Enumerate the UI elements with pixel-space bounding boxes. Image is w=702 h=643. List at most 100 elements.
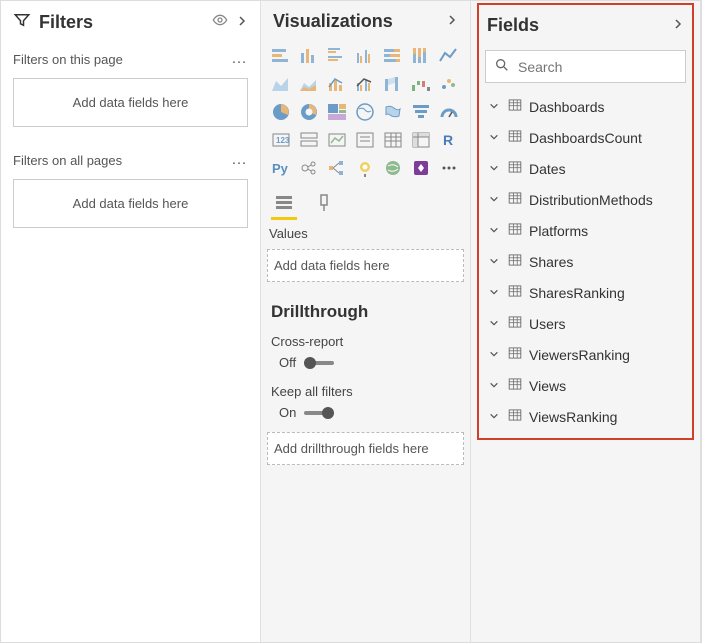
table-icon <box>507 407 523 426</box>
svg-text:R: R <box>443 132 453 148</box>
chevron-down-icon[interactable] <box>489 286 501 300</box>
table-row[interactable]: ViewsRanking <box>479 401 692 432</box>
table-row[interactable]: Shares <box>479 246 692 277</box>
chevron-down-icon[interactable] <box>489 193 501 207</box>
visualizations-pane: Visualizations <box>261 1 471 642</box>
viz-map[interactable] <box>353 100 377 124</box>
viz-stacked-column[interactable] <box>297 44 321 68</box>
table-row[interactable]: Platforms <box>479 215 692 246</box>
viz-qna[interactable] <box>353 156 377 180</box>
toggle-switch[interactable] <box>304 406 334 420</box>
viz-treemap[interactable] <box>325 100 349 124</box>
viz-line[interactable] <box>437 44 461 68</box>
viz-scatter[interactable] <box>437 72 461 96</box>
keep-filters-toggle[interactable]: On <box>267 401 464 428</box>
drillthrough-title: Drillthrough <box>267 292 464 328</box>
viz-arcgis[interactable] <box>381 156 405 180</box>
table-row[interactable]: DistributionMethods <box>479 184 692 215</box>
table-row[interactable]: ViewersRanking <box>479 339 692 370</box>
more-icon[interactable]: … <box>231 50 248 68</box>
viz-clustered-bar[interactable] <box>325 44 349 68</box>
viz-100-stacked-bar[interactable] <box>381 44 405 68</box>
viz-kpi[interactable] <box>325 128 349 152</box>
table-row[interactable]: SharesRanking <box>479 277 692 308</box>
chevron-right-icon[interactable] <box>672 17 684 35</box>
viz-key-influencers[interactable] <box>297 156 321 180</box>
chevron-down-icon[interactable] <box>489 255 501 269</box>
viz-line-stacked-column[interactable] <box>325 72 349 96</box>
fields-header: Fields <box>479 5 692 44</box>
table-icon <box>507 376 523 395</box>
chevron-down-icon[interactable] <box>489 100 501 114</box>
chevron-down-icon[interactable] <box>489 224 501 238</box>
chevron-down-icon[interactable] <box>489 162 501 176</box>
filters-page-label: Filters on this page <box>13 52 123 67</box>
table-row[interactable]: Dates <box>479 153 692 184</box>
filters-header: Filters <box>1 1 260 42</box>
viz-multi-card[interactable] <box>297 128 321 152</box>
viz-100-stacked-column[interactable] <box>409 44 433 68</box>
visualizations-title: Visualizations <box>273 11 393 32</box>
viz-funnel[interactable] <box>409 100 433 124</box>
search-input[interactable] <box>518 59 699 75</box>
fields-highlight-box: Fields Dashboards DashboardsCount Dates Dis… <box>477 3 694 440</box>
viz-pie[interactable] <box>269 100 293 124</box>
table-row[interactable]: Dashboards <box>479 91 692 122</box>
viz-slicer[interactable] <box>353 128 377 152</box>
filters-all-dropzone[interactable]: Add data fields here <box>13 179 248 228</box>
table-name: DistributionMethods <box>529 192 653 208</box>
filters-page-dropzone[interactable]: Add data fields here <box>13 78 248 127</box>
chevron-down-icon[interactable] <box>489 379 501 393</box>
viz-waterfall[interactable] <box>409 72 433 96</box>
viz-stacked-area[interactable] <box>297 72 321 96</box>
viz-matrix[interactable] <box>409 128 433 152</box>
viz-more-icon[interactable] <box>437 156 461 180</box>
drillthrough-dropzone[interactable]: Add drillthrough fields here <box>267 432 464 465</box>
viz-powerapps[interactable] <box>409 156 433 180</box>
table-name: Shares <box>529 254 573 270</box>
viz-gauge[interactable] <box>437 100 461 124</box>
search-icon <box>494 57 510 76</box>
table-name: ViewersRanking <box>529 347 630 363</box>
table-icon <box>507 283 523 302</box>
format-tab[interactable] <box>313 192 335 214</box>
viz-line-clustered-column[interactable] <box>353 72 377 96</box>
fields-tab[interactable] <box>273 192 295 214</box>
viz-filled-map[interactable] <box>381 100 405 124</box>
fields-pane: Fields Dashboards DashboardsCount Dates Dis… <box>471 1 701 642</box>
filter-icon <box>13 11 31 34</box>
table-icon <box>507 314 523 333</box>
viz-stacked-bar[interactable] <box>269 44 293 68</box>
table-icon <box>507 128 523 147</box>
search-box[interactable] <box>485 50 686 83</box>
chevron-right-icon[interactable] <box>446 13 458 31</box>
keep-filters-state: On <box>279 405 296 420</box>
table-name: Users <box>529 316 566 332</box>
chevron-right-icon[interactable] <box>236 14 248 32</box>
viz-ribbon[interactable] <box>381 72 405 96</box>
viz-area[interactable] <box>269 72 293 96</box>
viz-table[interactable] <box>381 128 405 152</box>
toggle-switch[interactable] <box>304 356 334 370</box>
table-row[interactable]: Views <box>479 370 692 401</box>
chevron-down-icon[interactable] <box>489 131 501 145</box>
more-icon[interactable]: … <box>231 151 248 169</box>
table-name: Dates <box>529 161 566 177</box>
viz-decomposition-tree[interactable] <box>325 156 349 180</box>
eye-icon[interactable] <box>212 12 228 33</box>
table-name: Dashboards <box>529 99 605 115</box>
cross-report-label: Cross-report <box>267 328 464 351</box>
viz-r[interactable]: R <box>437 128 461 152</box>
chevron-down-icon[interactable] <box>489 348 501 362</box>
cross-report-toggle[interactable]: Off <box>267 351 464 378</box>
table-row[interactable]: Users <box>479 308 692 339</box>
viz-python[interactable]: Py <box>269 156 293 180</box>
table-row[interactable]: DashboardsCount <box>479 122 692 153</box>
viz-clustered-column[interactable] <box>353 44 377 68</box>
values-dropzone[interactable]: Add data fields here <box>267 249 464 282</box>
viz-card[interactable]: 123 <box>269 128 293 152</box>
viz-donut[interactable] <box>297 100 321 124</box>
chevron-down-icon[interactable] <box>489 410 501 424</box>
chevron-down-icon[interactable] <box>489 317 501 331</box>
svg-text:Py: Py <box>272 161 289 176</box>
